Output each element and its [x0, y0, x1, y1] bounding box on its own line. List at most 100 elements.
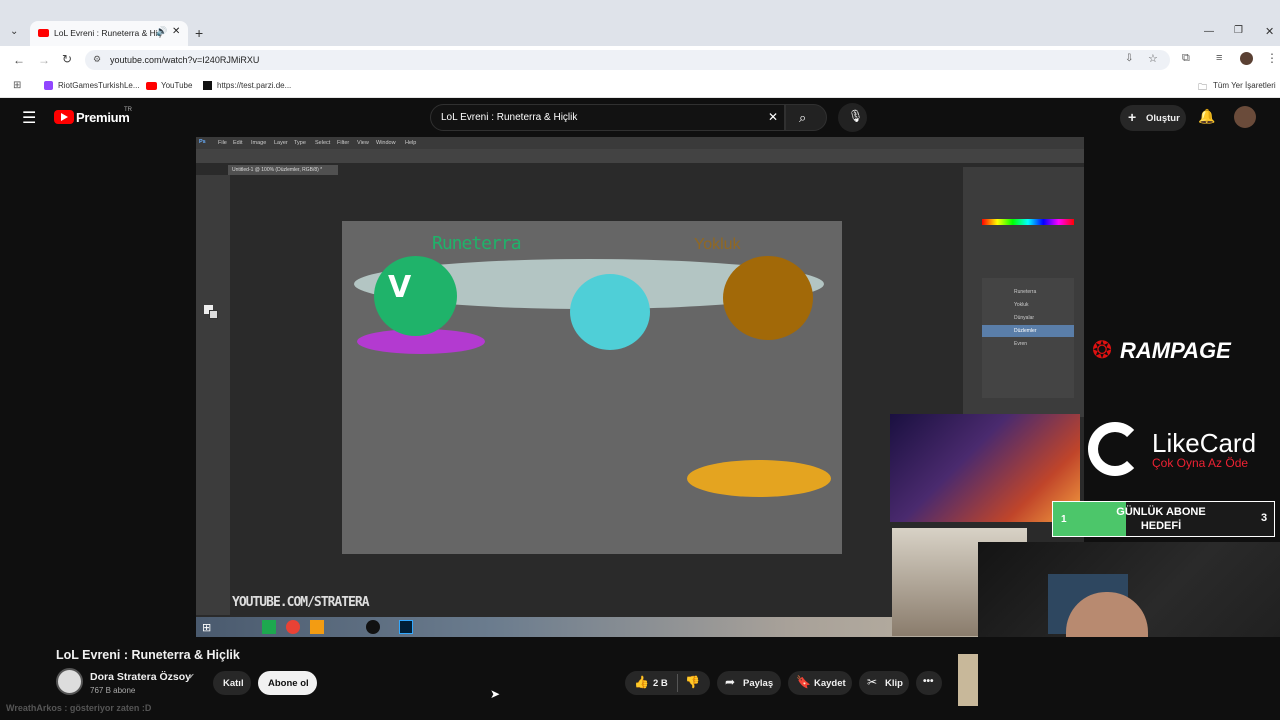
youtube-logo-icon[interactable]: [54, 110, 74, 124]
join-button[interactable]: Katıl: [213, 671, 251, 695]
notifications-bell-icon[interactable]: 🔔: [1198, 108, 1215, 125]
subscribe-button[interactable]: Abone ol: [258, 671, 317, 695]
search-button[interactable]: ⌕: [785, 104, 827, 131]
bookmark-parzi[interactable]: https://test.parzi.de...: [217, 81, 291, 90]
app-icon: [262, 620, 276, 634]
youtube-bookmark-icon: [146, 82, 157, 90]
tab-search-icon[interactable]: ⌄: [10, 26, 18, 37]
back-icon[interactable]: ←: [13, 53, 25, 67]
ps-document-tab: Untitled-1 @ 100% (Düzlemler, RGB/8) *: [228, 165, 338, 175]
video-info: LoL Evreni : Runeterra & Hiçlik Dora Str…: [0, 637, 1280, 720]
like-icon[interactable]: 👍: [634, 675, 649, 689]
ps-menu-edit: Edit: [233, 140, 243, 146]
ps-toolbox: [196, 175, 230, 615]
chrome-icon: [286, 620, 300, 634]
account-avatar[interactable]: [1234, 106, 1256, 128]
site-bookmark-icon: [203, 81, 212, 90]
like-count[interactable]: 2 B: [653, 678, 668, 689]
join-label: Katıl: [223, 678, 244, 689]
share-icon: ➦: [725, 675, 736, 689]
ps-menu-select: Select: [315, 140, 331, 146]
profile-avatar[interactable]: [1240, 52, 1253, 65]
bookmark-youtube[interactable]: YouTube: [161, 81, 192, 90]
bookmark-riot[interactable]: RiotGamesTurkishLe...: [58, 81, 140, 90]
cyan-sphere: [570, 274, 650, 350]
ps-menu-layer: Layer: [274, 140, 288, 146]
tab-close-icon[interactable]: ✕: [172, 26, 180, 37]
browser-tab-bar: ⌄ LoL Evreni : Runeterra & Hiç 🔊 ✕ + — ❐…: [0, 0, 1280, 46]
chat-overlay-line: WreathArkos : gösteriyor zaten :D: [6, 703, 152, 713]
folder-icon: 🗀: [1198, 82, 1208, 92]
share-label: Paylaş: [743, 678, 774, 689]
clip-label: Klip: [885, 678, 903, 689]
install-app-icon[interactable]: ⇩: [1125, 53, 1133, 64]
layers-list: Runeterra Yokluk Dünyalar Düzlemler Evre…: [982, 278, 1074, 398]
background-color-swatch: [209, 310, 218, 319]
yokluk-text: Yokluk: [694, 236, 741, 253]
ps-menu-type: Type: [294, 140, 306, 146]
save-button[interactable]: 🔖 Kaydet: [788, 671, 852, 695]
logo-premium-text: Premium: [76, 110, 130, 125]
dislike-icon[interactable]: 👎: [685, 675, 700, 689]
goal-current: 1: [1061, 514, 1067, 525]
url-text[interactable]: youtube.com/watch?v=I240RJMiRXU: [110, 55, 259, 65]
minimize-icon[interactable]: —: [1204, 26, 1214, 37]
ps-menu-filter: Filter: [337, 140, 350, 146]
voice-search-button[interactable]: 🎙: [838, 103, 867, 132]
speaker-icon[interactable]: 🔊: [156, 26, 167, 37]
new-tab-icon[interactable]: +: [195, 25, 203, 41]
search-input[interactable]: LoL Evreni : Runeterra & Hiçlik ✕: [430, 104, 785, 131]
address-toolbar: ← → ↻ ⚙ youtube.com/watch?v=I240RJMiRXU …: [0, 46, 1280, 74]
brown-sphere: [723, 256, 813, 340]
menu-dots-icon[interactable]: ⋮: [1266, 51, 1278, 65]
photoshop-options-bar: [196, 149, 1084, 163]
rampage-claw-icon: ❂: [1092, 337, 1113, 364]
hamburger-menu-icon[interactable]: ☰: [22, 108, 36, 128]
layer-row-runeterra: Runeterra: [1014, 289, 1037, 295]
scissors-icon: ✂: [867, 675, 878, 689]
bookmark-icon: 🔖: [796, 675, 811, 689]
channel-name[interactable]: Dora Stratera Özsoy: [90, 671, 191, 683]
rampage-text: RAMPAGE: [1120, 338, 1231, 363]
bookmark-star-icon[interactable]: ☆: [1148, 52, 1158, 65]
layer-row-dunyalar: Dünyalar: [1014, 315, 1035, 321]
logo-region: TR: [124, 107, 132, 113]
create-button[interactable]: + Oluştur: [1120, 105, 1186, 131]
ps-logo: Ps: [199, 139, 206, 145]
reload-icon[interactable]: ↻: [62, 52, 72, 66]
ps-menu-image: Image: [251, 140, 267, 146]
like-divider: [677, 674, 678, 692]
photoshop-taskbar-icon: [399, 620, 413, 634]
vlc-icon: [310, 620, 324, 634]
window-close-icon[interactable]: ✕: [1265, 25, 1274, 38]
runeterra-text: Runeterra: [432, 233, 522, 254]
media-control-icon[interactable]: ≡: [1216, 52, 1222, 64]
site-info-icon[interactable]: ⚙: [93, 54, 101, 65]
subscriber-goal: 1 GÜNLÜK ABONE HEDEFİ 3: [1052, 501, 1275, 537]
like-dislike-group: 👍 2 B 👎: [625, 671, 710, 695]
likecard-slogan: Çok Oyna Az Öde: [1152, 456, 1249, 470]
omnibox[interactable]: ⚙ youtube.com/watch?v=I240RJMiRXU ⇩ ☆: [85, 50, 1170, 70]
likecard-icon: [1088, 422, 1142, 476]
green-sphere: ᐯ: [374, 256, 457, 336]
extensions-icon[interactable]: ⧉: [1182, 52, 1190, 65]
all-bookmarks-link[interactable]: Tüm Yer İşaretleri: [1213, 81, 1276, 90]
side-thumbnail[interactable]: [958, 654, 978, 706]
video-title: LoL Evreni : Runeterra & Hiçlik: [56, 648, 240, 662]
ps-menu-view: View: [357, 140, 369, 146]
youtube-favicon-icon: [38, 29, 49, 37]
clip-button[interactable]: ✂ Klip: [859, 671, 909, 695]
save-label: Kaydet: [814, 678, 846, 689]
subscriber-count: 767 B abone: [90, 686, 136, 695]
channel-avatar[interactable]: [56, 668, 83, 695]
apps-grid-icon[interactable]: ⊞: [13, 80, 21, 91]
browser-tab-active[interactable]: LoL Evreni : Runeterra & Hiç 🔊 ✕: [30, 21, 188, 46]
forward-icon[interactable]: →: [38, 53, 50, 67]
ps-menu-help: Help: [405, 140, 417, 146]
clear-search-icon[interactable]: ✕: [768, 110, 778, 124]
restore-icon[interactable]: ❐: [1234, 25, 1243, 36]
more-actions-button[interactable]: •••: [916, 671, 942, 695]
rampage-logo: ❂ RAMPAGE: [1088, 330, 1280, 370]
share-button[interactable]: ➦ Paylaş: [717, 671, 781, 695]
ps-menu-window: Window: [376, 140, 396, 146]
